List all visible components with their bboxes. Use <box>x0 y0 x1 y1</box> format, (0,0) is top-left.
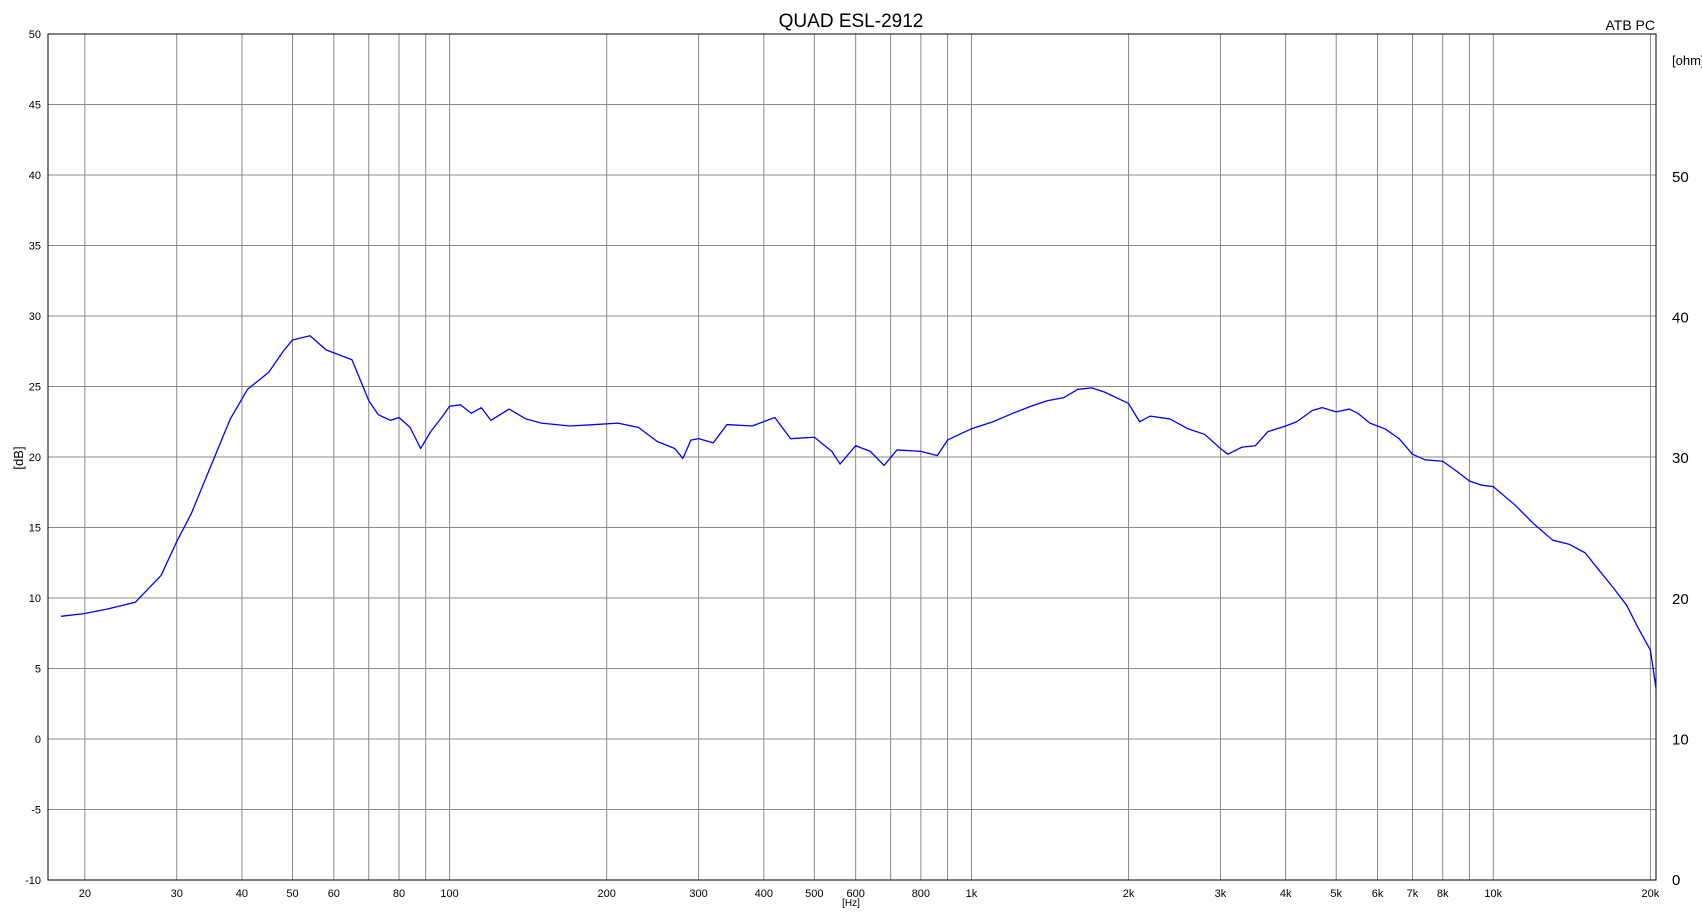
corner-label: ATB PC <box>1605 17 1655 33</box>
y2-tick-label: 50 <box>1672 169 1689 186</box>
x-tick-label: 5k <box>1330 888 1342 900</box>
x-tick-label: 1k <box>966 888 978 900</box>
y-tick-label: 0 <box>35 734 41 746</box>
y2-axis-label: [ohm] <box>1672 53 1702 68</box>
frequency-response-chart: 50454035302520151050-5-10 50403020100 20… <box>0 0 1702 919</box>
x-tick-label: 10k <box>1484 888 1502 900</box>
y-axis-label: [dB] <box>11 446 26 469</box>
x-tick-label: 80 <box>393 888 405 900</box>
y-tick-label: 10 <box>29 593 41 605</box>
x-tick-label: 20 <box>79 888 91 900</box>
plot-background <box>0 0 1702 919</box>
x-tick-label: 2k <box>1123 888 1135 900</box>
y2-tick-label: 30 <box>1672 450 1689 467</box>
y-tick-label: -10 <box>25 875 41 887</box>
x-tick-label: 500 <box>805 888 823 900</box>
x-axis-label: [Hz] <box>842 898 860 909</box>
x-tick-label: 300 <box>689 888 707 900</box>
y-tick-label: 20 <box>29 452 41 464</box>
x-tick-label: 4k <box>1280 888 1292 900</box>
y2-tick-label: 0 <box>1672 872 1680 889</box>
y-tick-label: 15 <box>29 523 41 535</box>
y2-tick-label: 20 <box>1672 591 1689 608</box>
y-tick-label: 45 <box>29 100 41 112</box>
y-tick-label: -5 <box>31 805 41 817</box>
x-tick-label: 60 <box>328 888 340 900</box>
x-tick-label: 6k <box>1372 888 1384 900</box>
y2-tick-label: 10 <box>1672 731 1689 748</box>
x-tick-label: 3k <box>1215 888 1227 900</box>
x-tick-label: 50 <box>286 888 298 900</box>
x-tick-label: 200 <box>598 888 616 900</box>
x-tick-label: 800 <box>912 888 930 900</box>
x-tick-label: 100 <box>440 888 458 900</box>
x-tick-label: 20k <box>1642 888 1660 900</box>
y-tick-label: 5 <box>35 664 41 676</box>
x-tick-label: 7k <box>1407 888 1419 900</box>
y-tick-label: 40 <box>29 170 41 182</box>
x-tick-label: 8k <box>1437 888 1449 900</box>
y-tick-label: 35 <box>29 241 41 253</box>
x-tick-label: 400 <box>755 888 773 900</box>
x-tick-label: 40 <box>236 888 248 900</box>
x-tick-label: 30 <box>171 888 183 900</box>
y2-tick-label: 40 <box>1672 310 1689 327</box>
y-tick-label: 30 <box>29 311 41 323</box>
y-tick-label: 25 <box>29 382 41 394</box>
chart-title: QUAD ESL-2912 <box>779 11 924 32</box>
y-tick-label: 50 <box>29 29 41 41</box>
